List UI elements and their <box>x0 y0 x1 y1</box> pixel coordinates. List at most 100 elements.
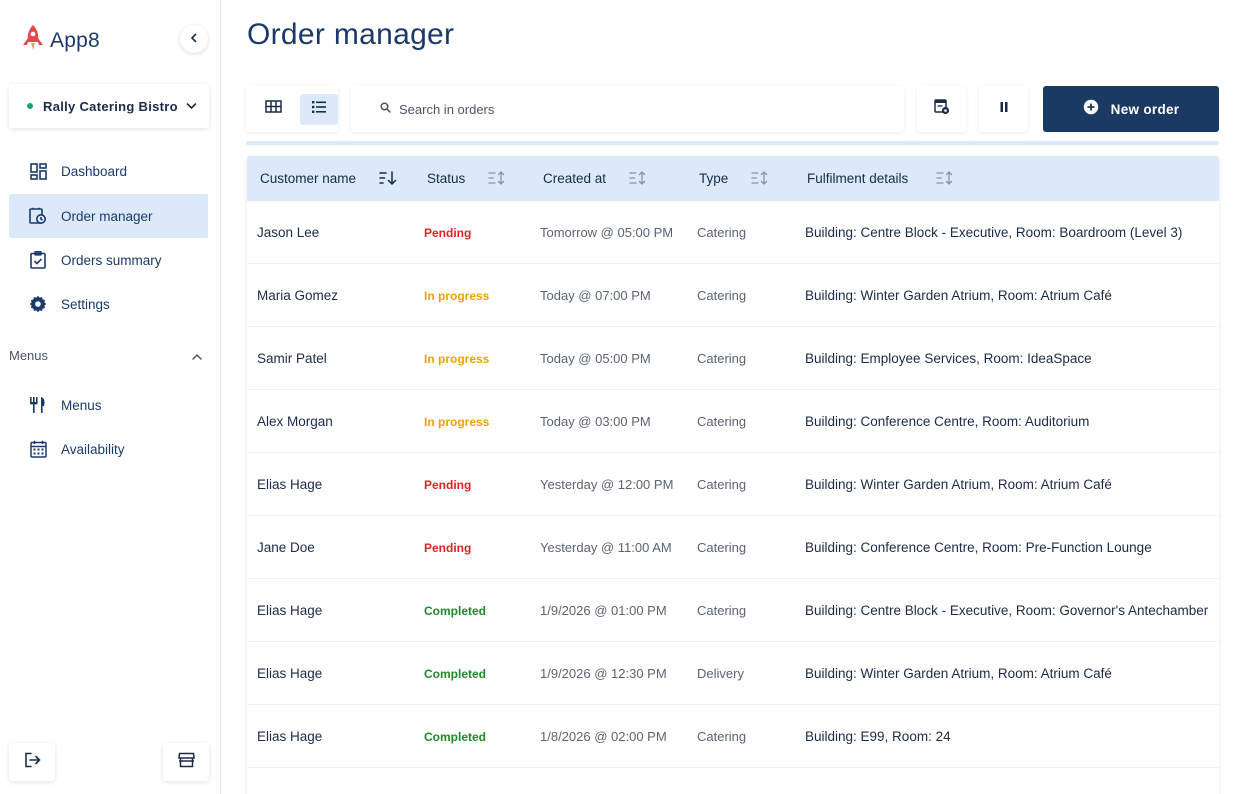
column-header-created-at[interactable]: Created at <box>543 156 646 201</box>
table-row[interactable]: Elias Hage Completed 1/9/2026 @ 01:00 PM Ca… <box>247 579 1219 642</box>
created-at-cell: Yesterday @ 12:00 PM <box>540 477 674 492</box>
app-logo[interactable]: App8 <box>22 24 100 57</box>
fulfilment-details-cell: Building: Winter Garden Atrium, Room: At… <box>805 477 1112 492</box>
customer-name-cell: Elias Hage <box>257 477 323 492</box>
column-header-status[interactable]: Status <box>427 156 505 201</box>
venue-selector[interactable]: Rally Catering Bistro <box>9 84 209 128</box>
fulfilment-details-cell: Building: Centre Block - Executive, Room… <box>805 603 1209 618</box>
clipboard-check-icon <box>29 251 47 269</box>
fulfilment-details-cell: Building: Conference Centre, Room: Audit… <box>805 414 1090 429</box>
sidebar-item-label: Menus <box>61 397 102 413</box>
sidebar-item-order-manager[interactable]: Order manager <box>9 194 208 238</box>
sidebar-item-menus[interactable]: Menus <box>9 383 208 427</box>
venue-name: Rally Catering Bistro <box>43 98 178 114</box>
status-badge: In progress <box>424 288 490 303</box>
column-header-type[interactable]: Type <box>699 156 768 201</box>
created-at-cell: Today @ 03:00 PM <box>540 414 651 429</box>
pause-orders-button[interactable] <box>979 86 1028 132</box>
sidebar-item-label: Availability <box>61 441 125 457</box>
status-badge: Pending <box>424 477 472 492</box>
type-cell: Catering <box>697 477 747 492</box>
venue-status-dot <box>27 103 33 109</box>
table-row[interactable]: Jason Lee Pending Tomorrow @ 05:00 PM Cater… <box>247 201 1219 264</box>
chevron-up-icon[interactable] <box>191 349 203 367</box>
sort-icon[interactable] <box>751 170 769 189</box>
new-order-label: New order <box>1110 101 1180 117</box>
collapse-sidebar-button[interactable] <box>180 25 208 53</box>
grid-view-button[interactable] <box>254 94 292 125</box>
toolbar-divider <box>246 141 1219 145</box>
type-cell: Catering <box>697 603 747 618</box>
created-at-cell: Yesterday @ 11:00 AM <box>540 540 672 555</box>
search-icon <box>380 100 391 118</box>
created-at-cell: 1/8/2026 @ 02:00 PM <box>540 729 667 744</box>
table-row[interactable]: Elias Hage Pending Yesterday @ 12:00 PM Cat… <box>247 453 1219 516</box>
sort-icon[interactable] <box>488 170 506 189</box>
type-cell: Catering <box>697 288 747 303</box>
fulfilment-details-cell: Building: Winter Garden Atrium, Room: At… <box>805 288 1112 303</box>
orders-table: Customer name Status Created at Type Ful… <box>247 156 1219 794</box>
sort-descending-icon[interactable] <box>379 170 397 189</box>
gear-icon <box>29 295 47 313</box>
app-name: App8 <box>50 28 100 52</box>
fulfilment-details-cell: Building: E99, Room: 24 <box>805 729 951 744</box>
table-row[interactable]: Alex Morgan In progress Today @ 03:00 PM Ca… <box>247 390 1219 453</box>
page-title: Order manager <box>247 18 455 51</box>
column-header-label: Fulfilment details <box>807 171 909 186</box>
calendar-icon <box>29 440 47 458</box>
pause-icon <box>999 100 1009 118</box>
sidebar-item-label: Settings <box>61 296 110 312</box>
customer-name-cell: Elias Hage <box>257 729 323 744</box>
table-row[interactable]: Maria Gomez In progress Today @ 07:00 PM Ca… <box>247 264 1219 327</box>
column-header-label: Status <box>427 171 466 186</box>
sort-icon[interactable] <box>936 170 954 189</box>
menus-section-label[interactable]: Menus <box>9 348 48 363</box>
column-header-customer-name[interactable]: Customer name <box>260 156 397 201</box>
table-row[interactable]: Elias Hage Completed 1/9/2026 @ 12:30 PM De… <box>247 642 1219 705</box>
rocket-logo-icon <box>22 24 44 57</box>
sidebar-item-dashboard[interactable]: Dashboard <box>9 149 208 193</box>
type-cell: Catering <box>697 729 747 744</box>
status-badge: Pending <box>424 540 472 555</box>
order-settings-icon <box>933 98 950 120</box>
created-at-cell: Tomorrow @ 05:00 PM <box>540 225 674 240</box>
customer-name-cell: Samir Patel <box>257 351 327 366</box>
grid-view-icon <box>264 100 282 118</box>
status-badge: Completed <box>424 603 487 618</box>
table-row[interactable]: Samir Patel In progress Today @ 05:00 PM Ca… <box>247 327 1219 390</box>
customer-name-cell: Elias Hage <box>257 603 323 618</box>
sort-icon[interactable] <box>629 170 647 189</box>
sidebar-item-settings[interactable]: Settings <box>9 282 208 326</box>
logout-button[interactable] <box>9 743 55 781</box>
dashboard-icon <box>29 162 47 180</box>
store-button[interactable] <box>163 743 209 781</box>
table-header: Customer name Status Created at Type Ful… <box>247 156 1219 201</box>
fulfilment-details-cell: Building: Winter Garden Atrium, Room: At… <box>805 666 1112 681</box>
type-cell: Catering <box>697 540 747 555</box>
sidebar-item-orders-summary[interactable]: Orders summary <box>9 238 208 282</box>
created-at-cell: 1/9/2026 @ 12:30 PM <box>540 666 667 681</box>
column-header-label: Created at <box>543 171 607 186</box>
table-row[interactable]: Jane Doe Pending Yesterday @ 11:00 AM Cater… <box>247 516 1219 579</box>
column-header-fulfilment-details[interactable]: Fulfilment details <box>807 156 953 201</box>
type-cell: Catering <box>697 225 747 240</box>
table-row[interactable]: Elias Hage Completed 1/8/2026 @ 02:00 PM Ca… <box>247 705 1219 768</box>
customer-name-cell: Jane Doe <box>257 540 315 555</box>
customer-name-cell: Maria Gomez <box>257 288 339 303</box>
fulfilment-details-cell: Building: Employee Services, Room: IdeaS… <box>805 351 1092 366</box>
search-input[interactable] <box>399 101 879 117</box>
logout-icon <box>24 752 41 773</box>
sidebar-item-availability[interactable]: Availability <box>9 427 208 471</box>
column-header-label: Customer name <box>260 171 357 186</box>
search-bar <box>351 86 904 132</box>
customer-name-cell: Alex Morgan <box>257 414 333 429</box>
store-icon <box>177 752 195 773</box>
list-view-button[interactable] <box>300 93 338 125</box>
type-cell: Catering <box>697 414 747 429</box>
status-badge: In progress <box>424 414 490 429</box>
fulfilment-details-cell: Building: Centre Block - Executive, Room… <box>805 225 1183 240</box>
created-at-cell: 1/9/2026 @ 01:00 PM <box>540 603 667 618</box>
new-order-button[interactable]: New order <box>1043 86 1219 132</box>
order-settings-button[interactable] <box>917 86 966 132</box>
status-badge: Completed <box>424 729 487 744</box>
